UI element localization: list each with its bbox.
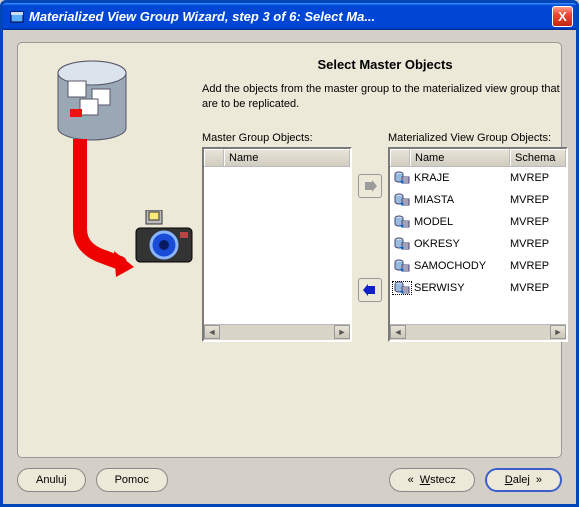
master-objects-block: Master Group Objects: Name ◄ ►	[202, 132, 352, 342]
back-label: Wstecz	[420, 474, 456, 486]
titlebar: Materialized View Group Wizard, step 3 o…	[3, 3, 576, 30]
arrow-right-icon	[363, 180, 377, 192]
cancel-button[interactable]: Anuluj	[17, 468, 86, 492]
row-schema-cell: MVREP	[510, 260, 566, 272]
mview-objects-label: Materialized View Group Objects:	[388, 132, 568, 144]
table-object-icon	[394, 215, 410, 229]
row-icon-cell	[392, 281, 412, 295]
next-label: Dalej	[505, 474, 530, 486]
row-schema-cell: MVREP	[510, 282, 566, 294]
col-header-name: Name	[410, 149, 510, 166]
mview-list-body: KRAJEMVREPMIASTAMVREPMODELMVREPOKRESYMVR…	[390, 167, 566, 324]
client-area: Select Master Objects Add the objects fr…	[3, 30, 576, 504]
master-objects-label: Master Group Objects:	[202, 132, 352, 144]
row-name-cell: SAMOCHODY	[412, 260, 510, 272]
row-name-cell: SERWISY	[412, 282, 510, 294]
row-schema-cell: MVREP	[510, 172, 566, 184]
col-header-name: Name	[224, 149, 350, 166]
col-header-icon	[204, 149, 224, 166]
row-schema-cell: MVREP	[510, 216, 566, 228]
mview-list-scrollbar[interactable]: ◄ ►	[390, 324, 566, 340]
row-schema-cell: MVREP	[510, 194, 566, 206]
table-row[interactable]: OKRESYMVREP	[390, 233, 566, 255]
table-object-icon	[394, 281, 410, 295]
move-buttons	[358, 174, 382, 302]
row-schema-cell: MVREP	[510, 238, 566, 250]
row-icon-cell	[392, 171, 412, 185]
chevron-right-icon: »	[536, 474, 542, 486]
row-icon-cell	[392, 259, 412, 273]
next-button[interactable]: Dalej »	[485, 468, 562, 492]
back-button[interactable]: « Wstecz	[389, 468, 475, 492]
master-list-scrollbar[interactable]: ◄ ►	[204, 324, 350, 340]
master-objects-list[interactable]: Name ◄ ►	[202, 147, 352, 342]
window-title: Materialized View Group Wizard, step 3 o…	[29, 9, 552, 24]
row-name-cell: KRAJE	[412, 172, 510, 184]
close-icon: X	[558, 9, 567, 24]
help-label: Pomoc	[115, 474, 149, 486]
table-object-icon	[394, 259, 410, 273]
arrow-left-icon	[363, 284, 377, 296]
chevron-left-icon: «	[408, 474, 414, 486]
lists-row: Master Group Objects: Name ◄ ►	[202, 132, 568, 342]
col-header-schema: Schema	[510, 149, 566, 166]
page-title: Select Master Objects	[202, 57, 568, 72]
table-row[interactable]: KRAJEMVREP	[390, 167, 566, 189]
wizard-illustration	[34, 55, 194, 445]
cancel-label: Anuluj	[36, 474, 67, 486]
scroll-right-icon[interactable]: ►	[550, 325, 566, 339]
move-right-button[interactable]	[358, 174, 382, 198]
wizard-window: Materialized View Group Wizard, step 3 o…	[0, 0, 579, 507]
row-name-cell: MIASTA	[412, 194, 510, 206]
row-name-cell: MODEL	[412, 216, 510, 228]
row-icon-cell	[392, 237, 412, 251]
table-object-icon	[394, 193, 410, 207]
table-object-icon	[394, 237, 410, 251]
help-button[interactable]: Pomoc	[96, 468, 168, 492]
move-left-button[interactable]	[358, 278, 382, 302]
mview-objects-list[interactable]: Name Schema KRAJEMVREPMIASTAMVREPMODELMV…	[388, 147, 568, 342]
col-header-icon	[390, 149, 410, 166]
scroll-right-icon[interactable]: ►	[334, 325, 350, 339]
master-list-header: Name	[204, 149, 350, 167]
table-object-icon	[394, 171, 410, 185]
content-panel: Select Master Objects Add the objects fr…	[17, 42, 562, 458]
row-name-cell: OKRESY	[412, 238, 510, 250]
camera-icon	[134, 210, 196, 266]
row-icon-cell	[392, 215, 412, 229]
scroll-left-icon[interactable]: ◄	[390, 325, 406, 339]
replication-arrow-icon	[62, 139, 142, 279]
mview-list-header: Name Schema	[390, 149, 566, 167]
row-icon-cell	[392, 193, 412, 207]
main-column: Select Master Objects Add the objects fr…	[202, 55, 568, 445]
table-row[interactable]: SERWISYMVREP	[390, 277, 566, 299]
mview-objects-block: Materialized View Group Objects: Name Sc…	[388, 132, 568, 342]
master-list-body	[204, 167, 350, 324]
page-description: Add the objects from the master group to…	[202, 82, 568, 112]
scroll-left-icon[interactable]: ◄	[204, 325, 220, 339]
close-button[interactable]: X	[552, 6, 573, 27]
button-bar: Anuluj Pomoc « Wstecz Dalej »	[17, 458, 562, 494]
app-icon	[9, 9, 25, 25]
table-row[interactable]: MIASTAMVREP	[390, 189, 566, 211]
table-row[interactable]: MODELMVREP	[390, 211, 566, 233]
table-row[interactable]: SAMOCHODYMVREP	[390, 255, 566, 277]
